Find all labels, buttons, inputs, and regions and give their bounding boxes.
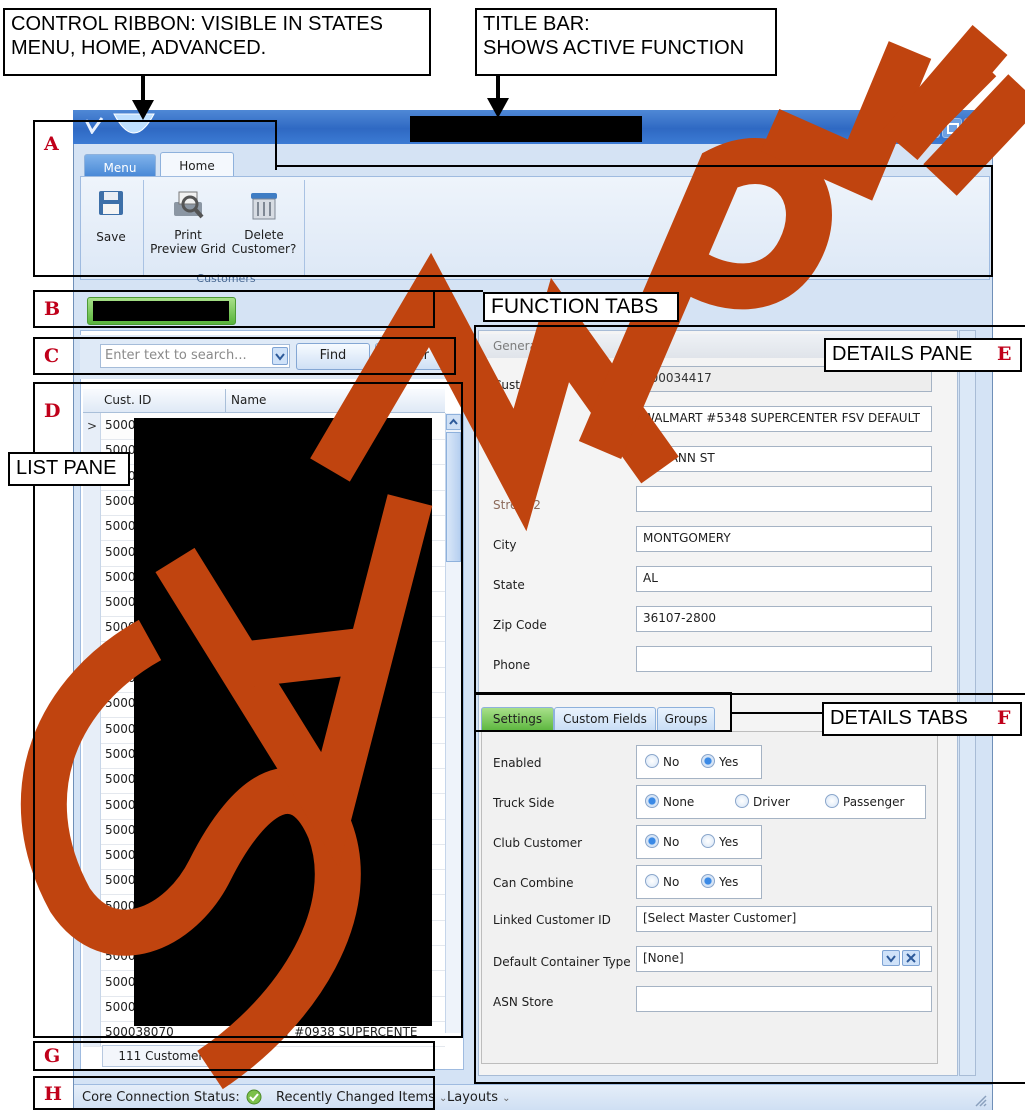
arrow-head [487,98,509,118]
box-g [33,1041,435,1071]
box-e-bottom [474,1082,1025,1084]
connector-b [433,290,483,292]
callout-details-pane: DETAILS PANE [824,338,1022,372]
connector-f [730,712,822,714]
callout-text: DETAILS TABS [830,707,968,729]
label-c: C [44,345,60,367]
label-e: E [997,343,1012,365]
box-a-upper [33,120,277,170]
label-f: F [997,707,1011,729]
box-e [474,325,1025,695]
callout-list-pane: LIST PANE [8,452,130,486]
box-h [33,1076,435,1110]
callout-text: MENU, HOME, ADVANCED. [11,37,267,59]
arrow-head [132,100,154,120]
label-d: D [44,400,61,422]
callout-text: DETAILS PANE [832,343,973,365]
callout-control-ribbon: CONTROL RIBBON: VISIBLE IN STATES MENU, … [3,8,431,76]
callout-text: CONTROL RIBBON: VISIBLE IN STATES [11,13,383,35]
box-b [33,290,435,328]
box-a-ribbon [33,165,993,277]
callout-function-tabs: FUNCTION TABS [483,292,679,322]
callout-details-tabs: DETAILS TABS [822,702,1022,736]
callout-text: TITLE BAR: [483,13,590,35]
callout-text: SHOWS ACTIVE FUNCTION [483,37,745,59]
label-g: G [44,1045,61,1067]
box-c [33,337,456,375]
label-a: A [44,133,59,155]
label-h: H [44,1083,62,1105]
callout-title-bar: TITLE BAR: SHOWS ACTIVE FUNCTION [475,8,777,76]
label-b: B [44,298,61,320]
box-f [474,692,732,732]
box-e-lower-left [474,732,476,1082]
